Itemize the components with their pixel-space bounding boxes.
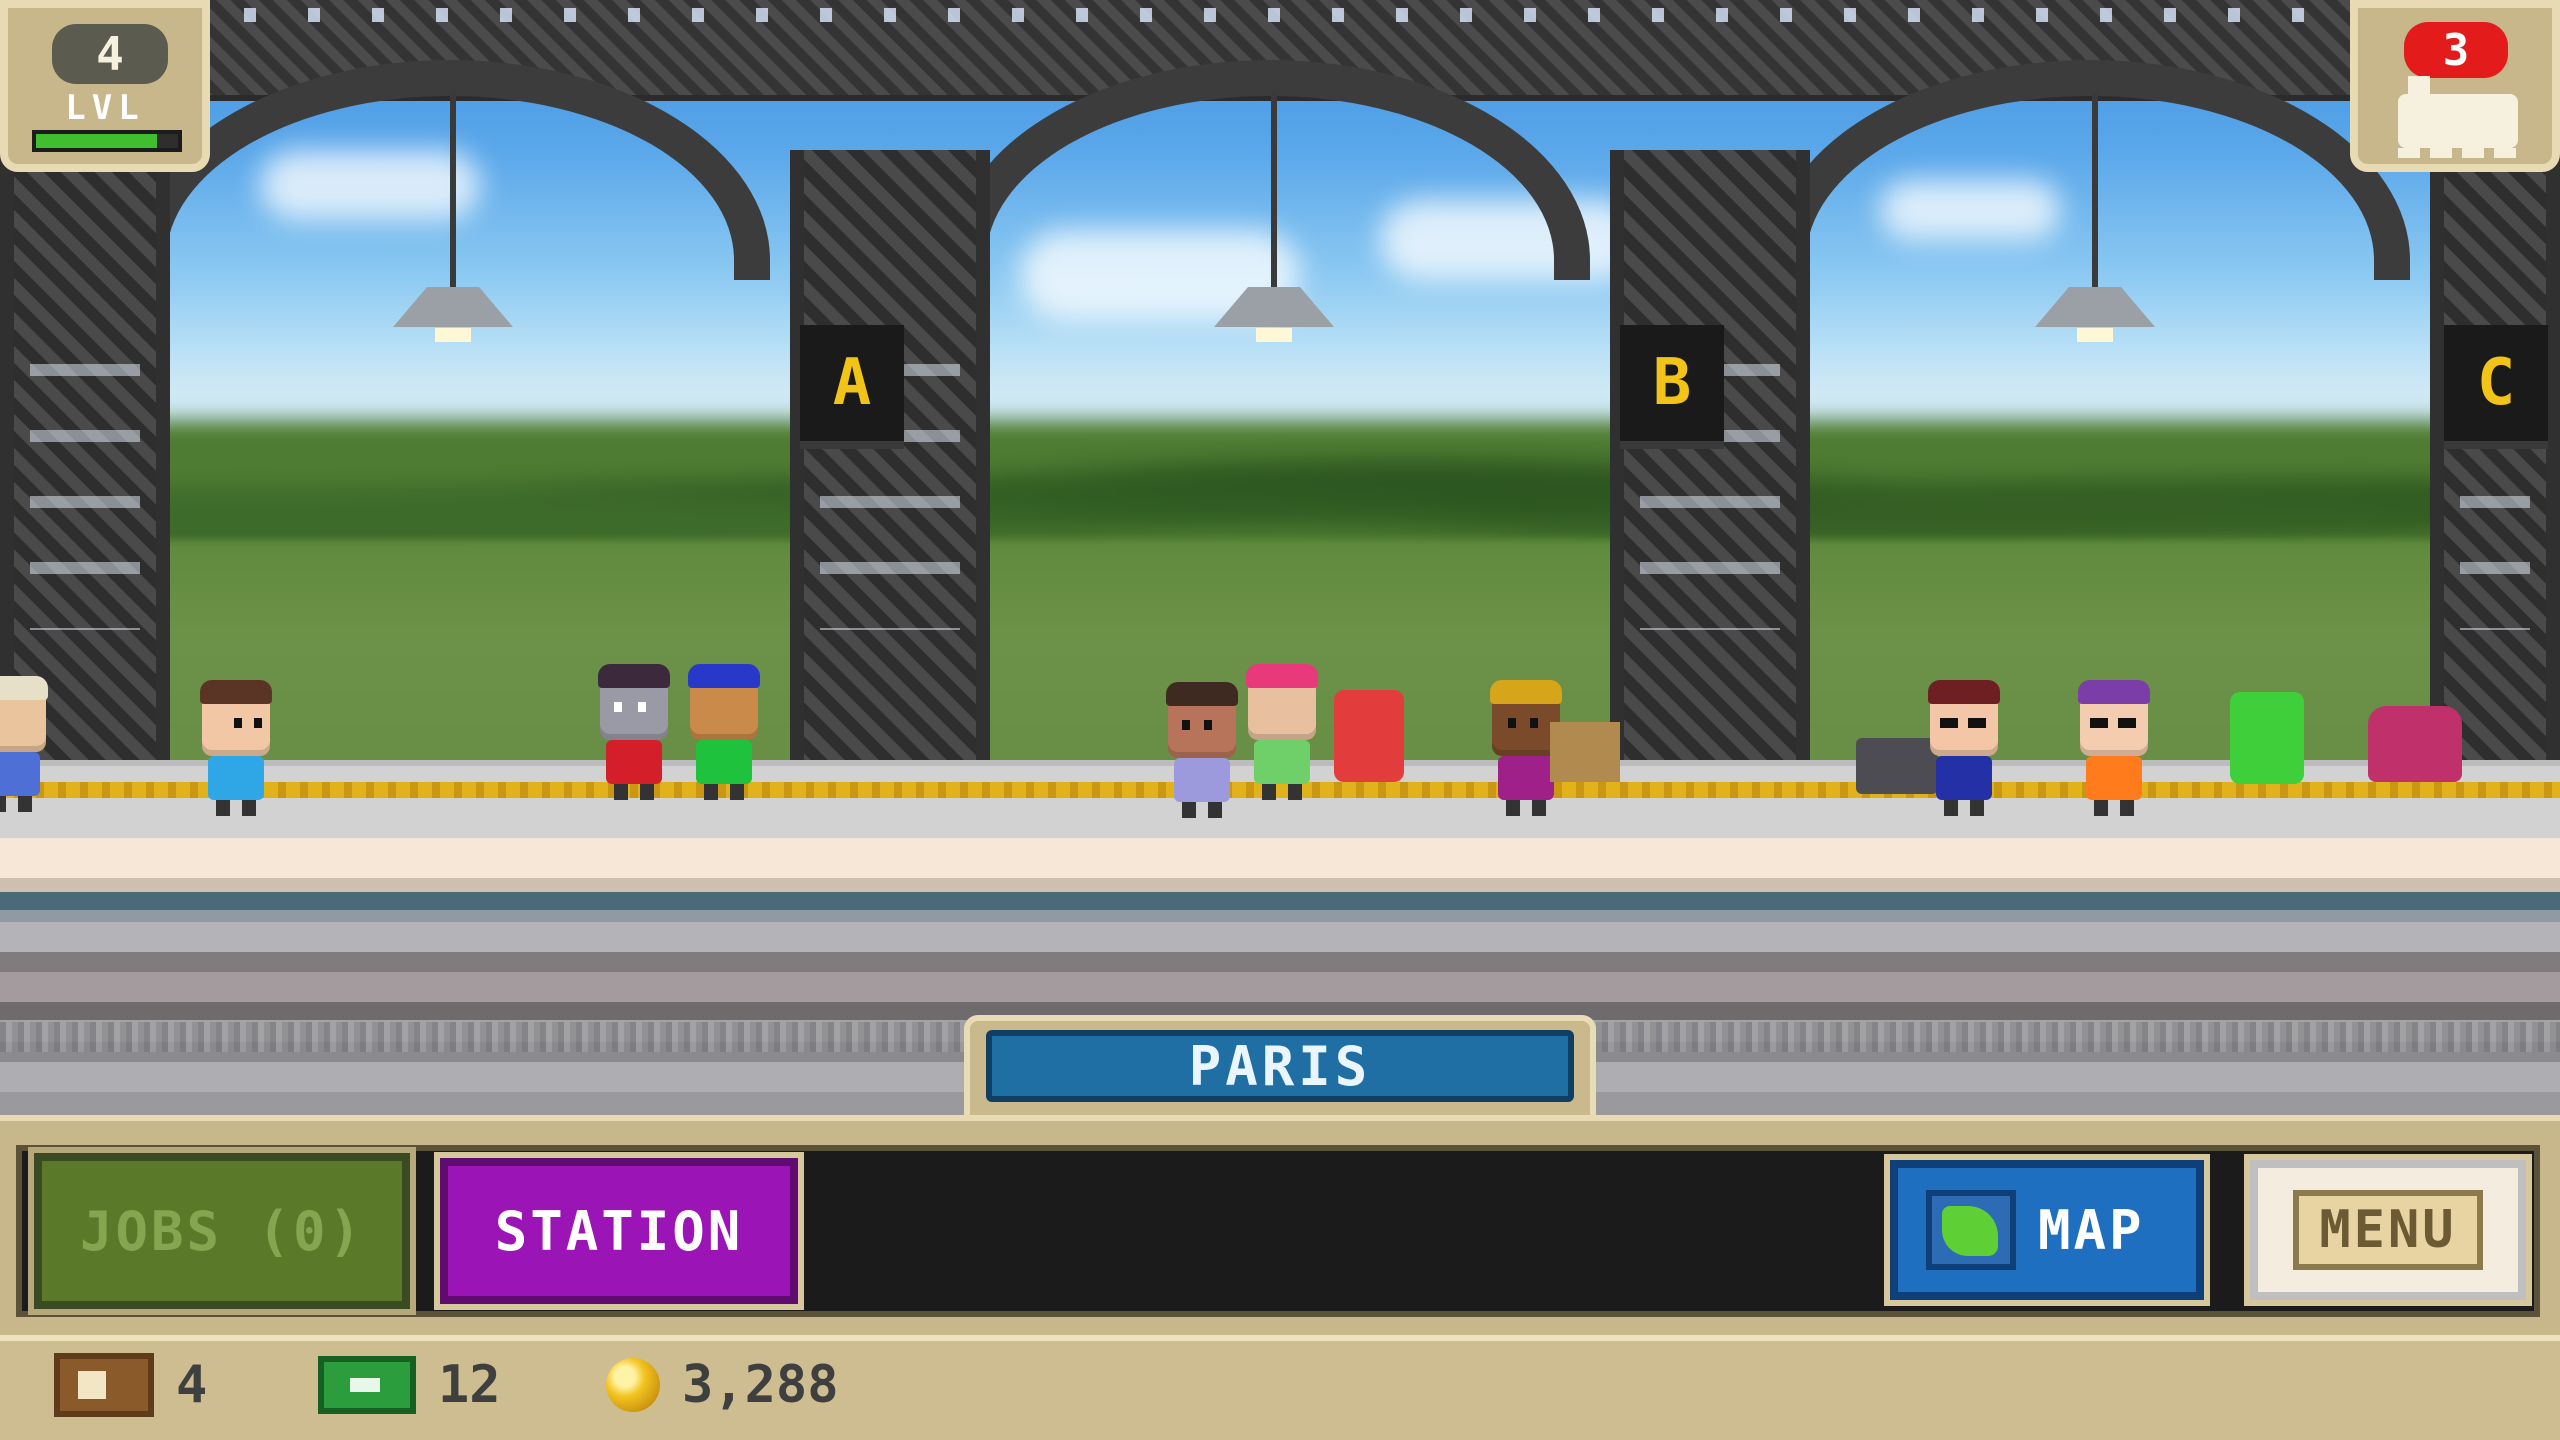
- cardboard-box[interactable]: [1550, 722, 1620, 782]
- hanging-lamp: [393, 92, 513, 352]
- tickets-stat: 4: [54, 1350, 207, 1420]
- map-icon: [1926, 1190, 2016, 1270]
- platform-edge-shadow: [0, 878, 2560, 892]
- coins-count: 3,288: [682, 1355, 839, 1415]
- passenger[interactable]: [1240, 664, 1324, 808]
- platform-sign-a[interactable]: A: [800, 325, 904, 449]
- passenger[interactable]: [682, 664, 766, 808]
- ticket-icon: [54, 1353, 154, 1417]
- passenger[interactable]: [1160, 682, 1244, 826]
- passenger[interactable]: [194, 680, 278, 824]
- coin-icon: [606, 1358, 660, 1412]
- hanging-lamp: [2035, 92, 2155, 352]
- tickets-count: 4: [176, 1355, 208, 1415]
- trains-panel[interactable]: 3: [2350, 0, 2560, 172]
- red-suitcase[interactable]: [1334, 690, 1404, 782]
- city-name: PARIS: [986, 1030, 1574, 1102]
- passenger-glasses[interactable]: [2072, 680, 2156, 824]
- green-suitcase[interactable]: [2230, 692, 2304, 784]
- menu-button-label: MENU: [2293, 1190, 2483, 1270]
- menu-button[interactable]: MENU: [2244, 1154, 2532, 1306]
- jobs-button[interactable]: JOBS (0): [28, 1147, 416, 1315]
- xp-progress-bar: [32, 130, 182, 152]
- trains-count-badge: 3: [2404, 22, 2508, 78]
- cash-stat: 12: [318, 1350, 501, 1420]
- xp-progress-fill: [36, 134, 157, 148]
- train-icon: [2398, 76, 2518, 158]
- passenger-glasses[interactable]: [1922, 680, 2006, 824]
- station-button[interactable]: STATION: [434, 1152, 804, 1310]
- cash-icon: [318, 1356, 416, 1414]
- zombie-passenger[interactable]: [592, 664, 676, 808]
- passenger[interactable]: [0, 676, 54, 820]
- level-panel[interactable]: 4 LVL: [0, 0, 210, 172]
- level-number: 4: [52, 24, 168, 84]
- game-screen: A B C 4 LVL 3 PARIS JOBS (0) STATION MAP…: [0, 0, 2560, 1440]
- platform-sign-c[interactable]: C: [2444, 325, 2548, 449]
- map-button[interactable]: MAP: [1884, 1154, 2210, 1306]
- iron-pillar: [1610, 150, 1810, 770]
- level-label: LVL: [65, 88, 145, 128]
- platform-sign-b[interactable]: B: [1620, 325, 1724, 449]
- cash-count: 12: [438, 1355, 501, 1415]
- platform-edge: [0, 838, 2560, 878]
- hanging-lamp: [1214, 92, 1334, 352]
- iron-pillar: [790, 150, 990, 770]
- iron-pillar: [2430, 150, 2560, 770]
- pink-bag[interactable]: [2368, 706, 2462, 782]
- map-button-label: MAP: [2038, 1198, 2145, 1262]
- coins-stat: 3,288: [606, 1350, 839, 1420]
